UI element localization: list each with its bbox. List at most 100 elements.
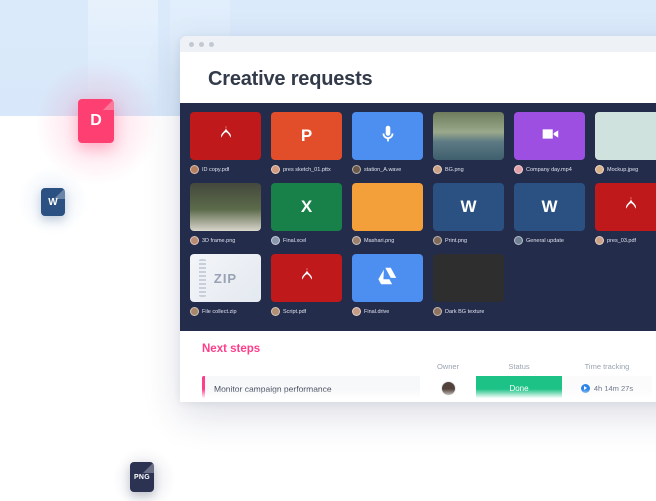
file-caption: Final.xcel [271, 235, 350, 246]
file-tile[interactable]: Company day.mp4 [514, 112, 593, 183]
file-thumbnail [433, 254, 504, 302]
column-header-files: Files [652, 362, 656, 371]
file-thumbnail [514, 112, 585, 160]
file-tile[interactable]: ID copy.pdf [190, 112, 269, 183]
file-tile[interactable]: Final.drive [352, 254, 431, 325]
file-tile[interactable]: Dark BG texture [433, 254, 512, 325]
file-grid-section: ID copy.pdf Ppres sketch_01.pttx station_A… [180, 103, 656, 331]
file-caption: File collect.zip [190, 306, 269, 317]
video-icon [539, 123, 561, 150]
screenshot-root: D W PNG Creative requests ID copy.pdf Ppr… [0, 0, 656, 501]
avatar [190, 236, 199, 245]
avatar [595, 165, 604, 174]
file-name: Final.xcel [283, 237, 307, 244]
file-name: Mashari.png [364, 237, 395, 244]
table-header-row: Owner Status Time tracking Files [202, 362, 656, 376]
avatar [433, 307, 442, 316]
file-thumbnail [595, 183, 656, 231]
file-thumbnail [352, 254, 423, 302]
avatar [190, 165, 199, 174]
file-name: Dark BG texture [445, 308, 485, 315]
file-name: ID copy.pdf [202, 166, 230, 173]
pdf-icon [620, 194, 642, 221]
pdf-icon [296, 265, 318, 292]
avatar [514, 236, 523, 245]
file-caption: Company day.mp4 [514, 164, 593, 175]
file-caption: pres_03.pdf [595, 235, 656, 246]
close-dot-icon[interactable] [189, 41, 194, 47]
avatar [433, 236, 442, 245]
file-tile[interactable]: Script.pdf [271, 254, 350, 325]
window-titlebar [180, 36, 656, 52]
word-file-icon[interactable]: W [41, 188, 65, 216]
file-name: pres_03.pdf [607, 237, 637, 244]
file-tile[interactable]: Ppres sketch_01.pttx [271, 112, 350, 183]
file-thumbnail [190, 183, 261, 231]
file-grid: ID copy.pdf Ppres sketch_01.pttx station_A… [190, 112, 656, 325]
drive-icon [377, 265, 399, 292]
file-tile[interactable]: 3D frame.png [190, 183, 269, 254]
file-tile[interactable]: W Print.png [433, 183, 512, 254]
file-caption: Dark BG texture [433, 306, 512, 317]
audio-icon [377, 123, 399, 150]
minimize-dot-icon[interactable] [199, 41, 204, 47]
file-name: pres sketch_01.pttx [283, 166, 331, 173]
avatar [433, 165, 442, 174]
file-caption: station_A.wave [352, 164, 431, 175]
file-name: 3D frame.png [202, 237, 236, 244]
file-name: Final.drive [364, 308, 390, 315]
file-name: station_A.wave [364, 166, 402, 173]
file-thumbnail [190, 112, 261, 160]
pdf-icon [215, 123, 237, 150]
window-header: Creative requests [180, 52, 656, 103]
png-file-icon[interactable]: PNG [130, 462, 154, 492]
file-glyph: W [460, 197, 477, 216]
file-name: General update [526, 237, 564, 244]
avatar [190, 307, 199, 316]
app-window: Creative requests ID copy.pdf Ppres sketc… [180, 36, 656, 401]
file-glyph: ZIP [213, 270, 238, 286]
dropbox-file-label: D [90, 112, 102, 129]
file-tile[interactable]: Mashari.png [352, 183, 431, 254]
file-tile[interactable]: X Final.xcel [271, 183, 350, 254]
maximize-dot-icon[interactable] [209, 41, 214, 47]
avatar [352, 307, 361, 316]
file-thumbnail [433, 112, 504, 160]
bottom-fade-overlay [180, 389, 656, 402]
dropbox-file-icon[interactable]: D [78, 99, 114, 143]
file-caption: Mockup.jpeg [595, 164, 656, 175]
file-name: Print.png [445, 237, 468, 244]
word-file-label: W [48, 196, 58, 208]
file-tile[interactable]: pres_03.pdf [595, 183, 656, 254]
page-title: Creative requests [208, 68, 373, 90]
file-tile[interactable]: ZIP File collect.zip [190, 254, 269, 325]
file-thumbnail [595, 112, 656, 160]
file-caption: General update [514, 235, 593, 246]
file-thumbnail [271, 254, 342, 302]
file-name: Script.pdf [283, 308, 307, 315]
file-caption: ID copy.pdf [190, 164, 269, 175]
avatar [352, 236, 361, 245]
file-tile[interactable]: Mockup.jpeg [595, 112, 656, 183]
file-tile[interactable]: BG.png [433, 112, 512, 183]
file-thumbnail [352, 112, 423, 160]
file-caption: 3D frame.png [190, 235, 269, 246]
file-tile[interactable]: station_A.wave [352, 112, 431, 183]
file-thumbnail: P [271, 112, 342, 160]
file-caption: pres sketch_01.pttx [271, 164, 350, 175]
file-caption: Script.pdf [271, 306, 350, 317]
file-thumbnail: W [514, 183, 585, 231]
file-tile[interactable]: W General update [514, 183, 593, 254]
avatar [271, 236, 280, 245]
file-caption: Final.drive [352, 306, 431, 317]
section-title: Next steps [202, 343, 261, 355]
column-header-owner: Owner [436, 362, 460, 371]
file-thumbnail: W [433, 183, 504, 231]
file-caption: Print.png [433, 235, 512, 246]
file-thumbnail [352, 183, 423, 231]
file-name: BG.png [445, 166, 464, 173]
file-name: Mockup.jpeg [607, 166, 639, 173]
file-thumbnail: ZIP [190, 254, 261, 302]
png-file-label: PNG [133, 473, 151, 481]
column-header-task [202, 362, 420, 371]
